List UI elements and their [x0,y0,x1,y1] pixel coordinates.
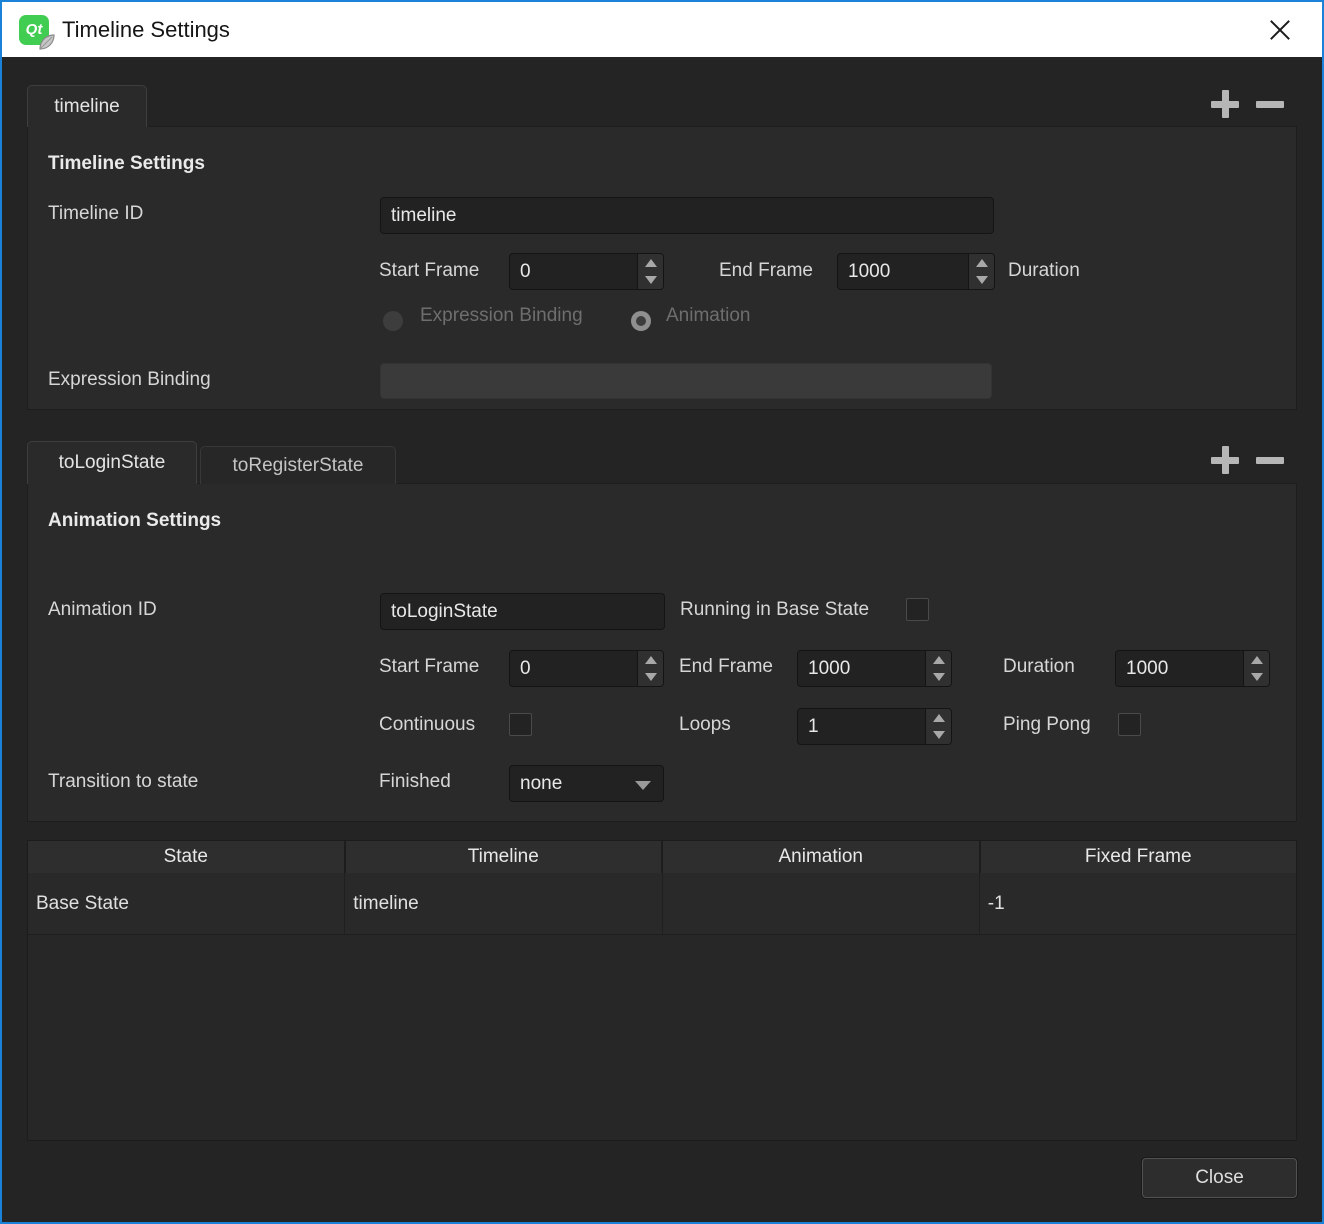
spin-up-icon[interactable] [638,254,663,272]
animation-radio[interactable] [631,311,651,331]
remove-timeline-button[interactable] [1252,86,1288,122]
finished-label: Finished [379,771,451,793]
table-row[interactable]: Base State timeline -1 [28,873,1296,935]
close-icon[interactable] [1260,10,1300,50]
column-header-timeline[interactable]: Timeline [346,841,662,873]
expression-binding-label: Expression Binding [48,369,211,391]
end-frame-spinbox[interactable]: 1000 [797,650,952,687]
animation-radio-label: Animation [666,305,751,327]
transition-to-state-label: Transition to state [48,771,198,793]
start-frame-label: Start Frame [379,656,479,678]
state-table-header: State Timeline Animation Fixed Frame [28,841,1296,873]
animation-id-label: Animation ID [48,599,157,621]
timeline-settings-dialog: Qt Timeline Settings timeline Timeline S… [0,0,1324,1224]
ping-pong-label: Ping Pong [1003,714,1091,736]
spin-up-icon[interactable] [926,651,951,669]
spin-down-icon[interactable] [969,272,994,290]
remove-animation-button[interactable] [1252,442,1288,478]
end-frame-spinbox[interactable]: 1000 [837,253,995,290]
leaf-icon [38,33,56,51]
timeline-settings-panel: Timeline Settings Timeline ID timeline S… [27,126,1297,410]
end-frame-label: End Frame [719,260,813,282]
column-header-state[interactable]: State [28,841,344,873]
animation-settings-heading: Animation Settings [48,510,221,532]
loops-spinbox[interactable]: 1 [797,708,952,745]
dialog-content: timeline Timeline Settings Timeline ID t… [2,57,1322,1222]
spin-down-icon[interactable] [638,669,663,687]
tab-timeline[interactable]: timeline [27,85,147,127]
cell-timeline: timeline [345,873,662,934]
cell-state: Base State [28,873,345,934]
end-frame-label: End Frame [679,656,773,678]
duration-label: Duration [1003,656,1075,678]
animation-settings-panel: Animation Settings Animation ID toLoginS… [27,483,1297,822]
spin-down-icon[interactable] [926,669,951,687]
spin-up-icon[interactable] [969,254,994,272]
window-title: Timeline Settings [62,17,230,43]
tab-tologinstate[interactable]: toLoginState [27,441,197,484]
loops-label: Loops [679,714,731,736]
timeline-id-label: Timeline ID [48,203,143,225]
duration-label: Duration [1008,260,1080,282]
animation-id-field[interactable]: toLoginState [380,593,665,630]
tab-toregisterstate[interactable]: toRegisterState [200,446,396,484]
cell-animation [663,873,980,934]
spin-down-icon[interactable] [1244,669,1269,687]
spin-down-icon[interactable] [926,727,951,745]
spin-down-icon[interactable] [638,272,663,290]
start-frame-spinbox[interactable]: 0 [509,650,664,687]
spin-up-icon[interactable] [1244,651,1269,669]
expression-binding-field[interactable] [380,363,992,399]
qt-logo-icon: Qt [19,15,49,45]
state-table: State Timeline Animation Fixed Frame Bas… [27,840,1297,1141]
ping-pong-checkbox[interactable] [1118,713,1141,736]
cell-fixed-frame: -1 [980,873,1296,934]
close-button[interactable]: Close [1142,1158,1297,1198]
spin-up-icon[interactable] [638,651,663,669]
add-animation-button[interactable] [1207,442,1243,478]
duration-spinbox[interactable]: 1000 [1115,650,1270,687]
timeline-id-field[interactable]: timeline [380,197,994,234]
column-header-fixed-frame[interactable]: Fixed Frame [981,841,1297,873]
start-frame-spinbox[interactable]: 0 [509,253,664,290]
timeline-settings-heading: Timeline Settings [48,153,205,175]
continuous-label: Continuous [379,714,475,736]
chevron-down-icon [635,781,651,790]
running-in-base-state-label: Running in Base State [680,599,869,621]
continuous-checkbox[interactable] [509,713,532,736]
title-bar: Qt Timeline Settings [2,2,1322,57]
expression-binding-radio[interactable] [383,311,403,331]
add-timeline-button[interactable] [1207,86,1243,122]
finished-dropdown[interactable]: none [509,765,664,802]
spin-up-icon[interactable] [926,709,951,727]
column-header-animation[interactable]: Animation [663,841,979,873]
expression-binding-radio-label: Expression Binding [420,305,583,327]
start-frame-label: Start Frame [379,260,479,282]
running-in-base-state-checkbox[interactable] [906,598,929,621]
